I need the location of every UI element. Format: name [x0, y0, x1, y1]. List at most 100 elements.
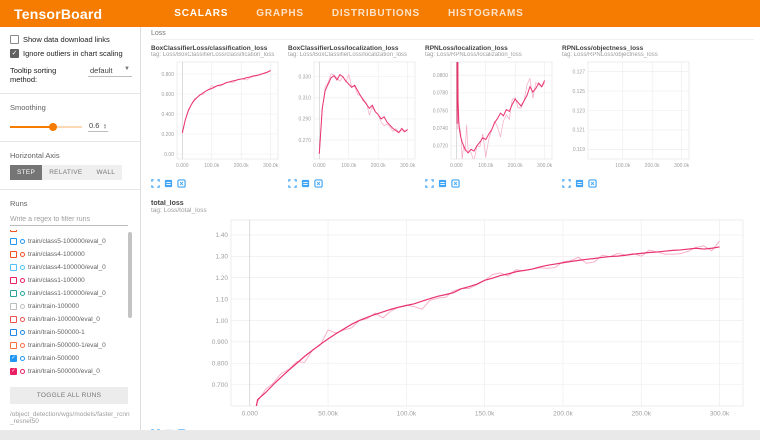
- smoothing-slider[interactable]: [10, 122, 82, 132]
- run-row[interactable]: train/train-500000/eval_0: [10, 365, 132, 378]
- svg-text:0.119: 0.119: [573, 147, 585, 153]
- expand-chart-icon[interactable]: [151, 179, 160, 188]
- chart-data-icon[interactable]: [438, 179, 447, 188]
- fit-domain-icon[interactable]: [451, 179, 460, 188]
- show-download-links-row[interactable]: Show data download links: [10, 35, 132, 44]
- svg-text:0.330: 0.330: [298, 75, 311, 81]
- run-checkbox[interactable]: [10, 251, 17, 258]
- run-color-circle: [20, 343, 25, 348]
- svg-text:200.0k: 200.0k: [645, 163, 661, 169]
- svg-text:300.0k: 300.0k: [710, 411, 730, 418]
- tab-graphs[interactable]: GRAPHS: [256, 8, 304, 19]
- run-color-circle: [20, 317, 25, 322]
- run-checkbox[interactable]: [10, 303, 17, 310]
- svg-text:0.0800: 0.0800: [433, 73, 449, 79]
- run-row[interactable]: train/class4-100000: [10, 248, 132, 261]
- chart-title: RPNLoss/objectness_loss: [562, 45, 693, 52]
- run-checkbox[interactable]: [10, 277, 17, 284]
- chart-data-icon[interactable]: [301, 179, 310, 188]
- smoothing-value: 0.6: [89, 121, 99, 130]
- fit-domain-icon[interactable]: [314, 179, 323, 188]
- svg-text:0.700: 0.700: [212, 382, 229, 389]
- run-row[interactable]: train/class1-100000: [10, 274, 132, 287]
- svg-text:0.000: 0.000: [176, 163, 189, 169]
- chart-data-icon[interactable]: [164, 429, 173, 430]
- chart-card: RPNLoss/localization_losstag: Loss/RPNLo…: [425, 45, 556, 188]
- run-row[interactable]: train/train-500000-1: [10, 326, 132, 339]
- chart-toolbar: [151, 429, 754, 430]
- run-label: train/train-500000/eval_0: [28, 368, 100, 375]
- run-row[interactable]: train/class4-100000/eval_0: [10, 261, 132, 274]
- chart-data-icon[interactable]: [575, 179, 584, 188]
- svg-text:0.0760: 0.0760: [433, 108, 449, 114]
- smoothing-label: Smoothing: [10, 103, 132, 112]
- run-row[interactable]: train/train-100000: [10, 300, 132, 313]
- svg-text:100.0k: 100.0k: [615, 163, 631, 169]
- slider-thumb[interactable]: [49, 123, 57, 131]
- run-label: train/train-500000-1: [28, 329, 85, 336]
- svg-text:200.0k: 200.0k: [508, 163, 524, 169]
- run-checkbox[interactable]: [10, 368, 17, 375]
- svg-text:0.125: 0.125: [572, 89, 585, 95]
- ignore-outliers-checkbox[interactable]: [10, 49, 19, 58]
- fit-domain-icon[interactable]: [588, 179, 597, 188]
- runs-scrollbar[interactable]: [128, 232, 132, 318]
- tooltip-sorting-dropdown[interactable]: default ▼: [88, 65, 132, 77]
- slider-fill: [10, 126, 53, 128]
- fit-domain-icon[interactable]: [177, 429, 186, 430]
- svg-text:0.400: 0.400: [161, 112, 174, 118]
- run-row[interactable]: train/class5-100000/eval_0: [10, 235, 132, 248]
- fit-domain-icon[interactable]: [177, 179, 186, 188]
- spinner-arrows-icon[interactable]: ▲▼: [103, 123, 107, 129]
- main-content: Loss BoxClassifierLoss/classification_lo…: [141, 27, 760, 430]
- svg-text:0.290: 0.290: [298, 117, 311, 123]
- toggle-all-runs-button[interactable]: TOGGLE ALL RUNS: [10, 387, 128, 404]
- axis-wall-button[interactable]: WALL: [90, 165, 123, 180]
- run-label: train/class4-100000/eval_0: [28, 264, 106, 271]
- tab-distributions[interactable]: DISTRIBUTIONS: [332, 8, 420, 19]
- expand-chart-icon[interactable]: [151, 429, 160, 430]
- run-checkbox[interactable]: [10, 355, 17, 362]
- tab-histograms[interactable]: HISTOGRAMS: [448, 8, 524, 19]
- svg-text:250.0k: 250.0k: [631, 411, 651, 418]
- svg-text:300.0k: 300.0k: [537, 163, 553, 169]
- run-row[interactable]: train/train-500000-1/eval_0: [10, 339, 132, 352]
- chart-title: total_loss: [151, 200, 754, 207]
- axis-relative-button[interactable]: RELATIVE: [42, 165, 89, 180]
- ignore-outliers-row[interactable]: Ignore outliers in chart scaling: [10, 49, 132, 58]
- expand-chart-icon[interactable]: [425, 179, 434, 188]
- run-row[interactable]: train/train-500000: [10, 352, 132, 365]
- expand-chart-icon[interactable]: [562, 179, 571, 188]
- run-checkbox[interactable]: [10, 264, 17, 271]
- runs-filter-input[interactable]: [10, 214, 128, 226]
- run-row[interactable]: train/class1-100000/eval_0: [10, 287, 132, 300]
- svg-text:0.900: 0.900: [212, 339, 229, 346]
- run-checkbox[interactable]: [10, 238, 17, 245]
- axis-step-button[interactable]: STEP: [10, 165, 42, 180]
- svg-text:1.00: 1.00: [215, 318, 228, 325]
- chart-data-icon[interactable]: [164, 179, 173, 188]
- divider: [0, 189, 140, 190]
- svg-text:1.40: 1.40: [215, 232, 228, 239]
- svg-text:100.0k: 100.0k: [204, 163, 220, 169]
- run-checkbox[interactable]: [10, 342, 17, 349]
- runs-list: train/class5-100000/eval_0train/class4-1…: [10, 230, 132, 380]
- svg-text:150.0k: 150.0k: [475, 411, 495, 418]
- svg-text:0.800: 0.800: [161, 72, 174, 78]
- svg-text:0.200: 0.200: [161, 132, 174, 138]
- chart-card: BoxClassifierLoss/localization_losstag: …: [288, 45, 419, 188]
- smoothing-value-field[interactable]: 0.6 ▲▼: [88, 121, 108, 132]
- chart-toolbar: [288, 179, 419, 188]
- run-checkbox[interactable]: [10, 329, 17, 336]
- expand-chart-icon[interactable]: [288, 179, 297, 188]
- log-directory-path: /object_detection/wgs/models/faster_rcnn…: [10, 411, 130, 425]
- run-label: train/train-500000: [28, 355, 79, 362]
- tab-scalars[interactable]: SCALARS: [174, 8, 228, 19]
- run-checkbox[interactable]: [10, 290, 17, 297]
- show-download-links-checkbox[interactable]: [10, 35, 19, 44]
- svg-text:0.310: 0.310: [298, 96, 311, 102]
- run-row[interactable]: train/train-100000/eval_0: [10, 313, 132, 326]
- chart-title: RPNLoss/localization_loss: [425, 45, 556, 52]
- chart-plot: 0.07200.07400.07600.07800.08000.000100.0…: [425, 58, 556, 177]
- run-checkbox[interactable]: [10, 316, 17, 323]
